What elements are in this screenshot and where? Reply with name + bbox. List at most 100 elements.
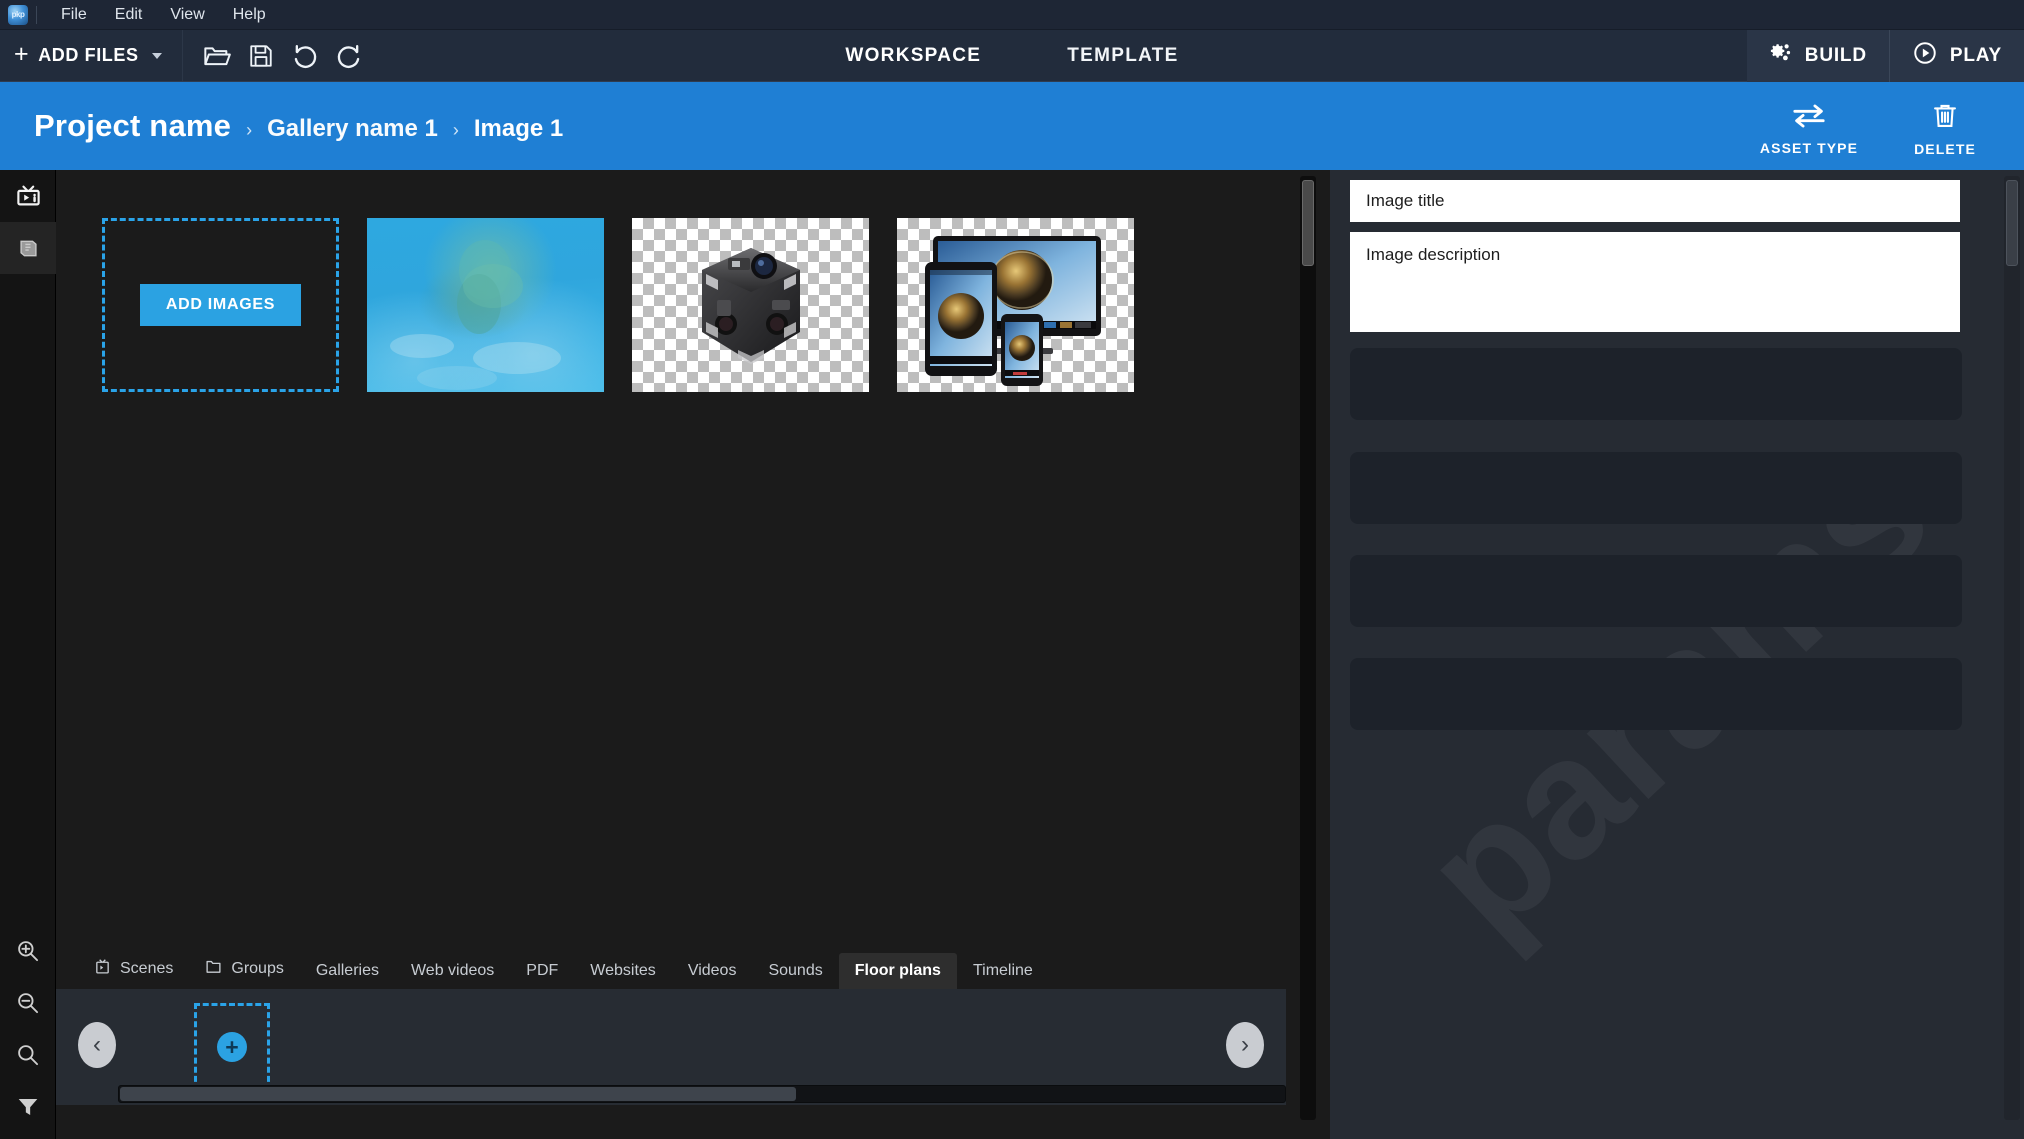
breadcrumb-separator-2: › bbox=[452, 120, 459, 140]
thumbnail-grid: ADD IMAGES bbox=[102, 218, 1134, 392]
open-folder-icon[interactable] bbox=[197, 36, 237, 76]
breadcrumb-project[interactable]: Project name bbox=[34, 108, 231, 144]
zoom-icon[interactable] bbox=[0, 1029, 56, 1081]
filmstrip-next-button[interactable]: › bbox=[1226, 1022, 1264, 1068]
menu-item-edit[interactable]: Edit bbox=[101, 2, 157, 28]
breadcrumb-image[interactable]: Image 1 bbox=[474, 115, 563, 143]
bottom-tab-label: Groups bbox=[231, 960, 284, 977]
transparency-checkerboard bbox=[897, 218, 1134, 392]
app-logo-icon: pkp bbox=[8, 4, 28, 25]
bottom-tab-label: Timeline bbox=[972, 962, 1033, 979]
menu-item-help[interactable]: Help bbox=[219, 2, 280, 28]
delete-label: DELETE bbox=[1914, 140, 1976, 157]
add-files-button[interactable]: + ADD FILES bbox=[0, 30, 183, 81]
thumbnail-underwater[interactable] bbox=[367, 218, 604, 392]
param-placeholder-row[interactable] bbox=[1350, 555, 1962, 627]
app-logo: pkp bbox=[0, 4, 36, 25]
params-panel: params Image title Image description bbox=[1330, 170, 2024, 1139]
groups-icon bbox=[205, 958, 222, 980]
tab-template[interactable]: TEMPLATE bbox=[1063, 39, 1182, 73]
toolbar-right-actions: BUILD PLAY bbox=[1746, 30, 2024, 82]
rail-bottom-tools bbox=[0, 925, 56, 1133]
asset-type-button[interactable]: ASSET TYPE bbox=[1750, 97, 1868, 156]
build-button[interactable]: BUILD bbox=[1746, 30, 1889, 82]
bottom-tab-videos[interactable]: Videos bbox=[672, 953, 753, 989]
param-placeholder-row[interactable] bbox=[1350, 658, 1962, 730]
application-window: pkp File Edit View Help + ADD FILES WORK… bbox=[0, 0, 2024, 1139]
param-placeholder-row[interactable] bbox=[1350, 452, 1962, 524]
image-description-field[interactable]: Image description bbox=[1350, 232, 1960, 332]
bottom-tab-web-videos[interactable]: Web videos bbox=[395, 953, 510, 989]
camera-rig-graphic bbox=[701, 248, 800, 364]
menu-item-view[interactable]: View bbox=[156, 2, 218, 28]
add-circle-icon: + bbox=[217, 1032, 247, 1062]
canvas-scrollbar-thumb[interactable] bbox=[1302, 180, 1314, 266]
bottom-tab-pdf[interactable]: PDF bbox=[510, 953, 574, 989]
toolbar-icon-group bbox=[183, 30, 369, 81]
redo-icon[interactable] bbox=[329, 36, 369, 76]
gears-icon bbox=[1769, 41, 1793, 71]
save-icon[interactable] bbox=[241, 36, 281, 76]
thumbnail-underwater-image bbox=[367, 218, 604, 392]
delete-button[interactable]: DELETE bbox=[1886, 96, 2004, 157]
main-toolbar: + ADD FILES WORKSPACE TEMPLATE BUILD PLA… bbox=[0, 30, 2024, 82]
breadcrumb-separator-1: › bbox=[246, 120, 253, 140]
zoom-out-icon[interactable] bbox=[0, 977, 56, 1029]
filmstrip-horizontal-scrollbar[interactable] bbox=[118, 1085, 1286, 1103]
menu-item-file[interactable]: File bbox=[47, 2, 101, 28]
add-images-dropzone[interactable]: ADD IMAGES bbox=[102, 218, 339, 392]
zoom-in-icon[interactable] bbox=[0, 925, 56, 977]
filmstrip-prev-button[interactable]: ‹ bbox=[78, 1022, 116, 1068]
panel-scrollbar-thumb[interactable] bbox=[2006, 180, 2018, 266]
bottom-tab-label: Videos bbox=[687, 962, 737, 979]
bottom-tab-bar: Scenes Groups Galleries Web videos PDF W… bbox=[56, 949, 1286, 989]
swap-arrows-icon bbox=[1791, 103, 1827, 134]
chevron-down-icon[interactable] bbox=[151, 52, 162, 59]
transparency-checkerboard bbox=[632, 218, 869, 392]
bottom-tab-floor-plans[interactable]: Floor plans bbox=[838, 953, 957, 989]
panel-vertical-scrollbar[interactable] bbox=[2004, 176, 2020, 1120]
filter-icon[interactable] bbox=[0, 1081, 56, 1133]
menu-bar: pkp File Edit View Help bbox=[0, 0, 2024, 30]
add-images-button[interactable]: ADD IMAGES bbox=[139, 284, 302, 326]
bottom-tab-label: Galleries bbox=[315, 962, 379, 979]
play-button[interactable]: PLAY bbox=[1888, 30, 2024, 82]
filmstrip-scrollbar-thumb[interactable] bbox=[120, 1087, 796, 1101]
build-label: BUILD bbox=[1804, 45, 1867, 66]
thumbnail-360-camera[interactable] bbox=[632, 218, 869, 392]
bottom-tab-sounds[interactable]: Sounds bbox=[752, 953, 838, 989]
breadcrumb: Project name › Gallery name 1 › Image 1 bbox=[0, 108, 563, 144]
tab-workspace[interactable]: WORKSPACE bbox=[841, 39, 985, 73]
filmstrip-add-slot[interactable]: + bbox=[194, 1003, 270, 1091]
bottom-tab-timeline[interactable]: Timeline bbox=[957, 953, 1049, 989]
scenes-icon bbox=[94, 958, 111, 980]
devices-graphic bbox=[925, 236, 1101, 386]
breadcrumb-actions: ASSET TYPE DELETE bbox=[1750, 82, 2004, 170]
breadcrumb-gallery[interactable]: Gallery name 1 bbox=[267, 115, 438, 143]
bottom-tab-label: Sounds bbox=[768, 962, 823, 979]
trash-icon bbox=[1931, 102, 1959, 135]
asset-type-label: ASSET TYPE bbox=[1759, 139, 1859, 156]
play-icon bbox=[1912, 40, 1938, 72]
bottom-tab-galleries[interactable]: Galleries bbox=[300, 953, 395, 989]
bottom-tab-groups[interactable]: Groups bbox=[189, 949, 299, 989]
play-label: PLAY bbox=[1949, 45, 2002, 66]
bottom-tab-label: PDF bbox=[526, 962, 559, 979]
rail-item-library[interactable] bbox=[0, 222, 56, 274]
canvas-vertical-scrollbar[interactable] bbox=[1300, 176, 1316, 1120]
thumbnail-devices[interactable] bbox=[897, 218, 1134, 392]
rail-item-media[interactable] bbox=[0, 170, 56, 222]
bottom-tab-label: Floor plans bbox=[854, 962, 941, 979]
bottom-tab-label: Websites bbox=[590, 962, 656, 979]
image-title-field[interactable]: Image title bbox=[1350, 180, 1960, 222]
bottom-tab-scenes[interactable]: Scenes bbox=[78, 949, 189, 989]
add-files-label: ADD FILES bbox=[38, 45, 139, 65]
param-placeholder-row[interactable] bbox=[1350, 348, 1962, 420]
bottom-tab-websites[interactable]: Websites bbox=[574, 953, 672, 989]
bottom-tab-label: Web videos bbox=[410, 962, 495, 979]
plus-icon: + bbox=[14, 39, 30, 68]
bottom-tab-label: Scenes bbox=[120, 960, 174, 977]
undo-icon[interactable] bbox=[285, 36, 325, 76]
left-rail bbox=[0, 170, 56, 1139]
breadcrumb-bar: Project name › Gallery name 1 › Image 1 … bbox=[0, 82, 2024, 170]
